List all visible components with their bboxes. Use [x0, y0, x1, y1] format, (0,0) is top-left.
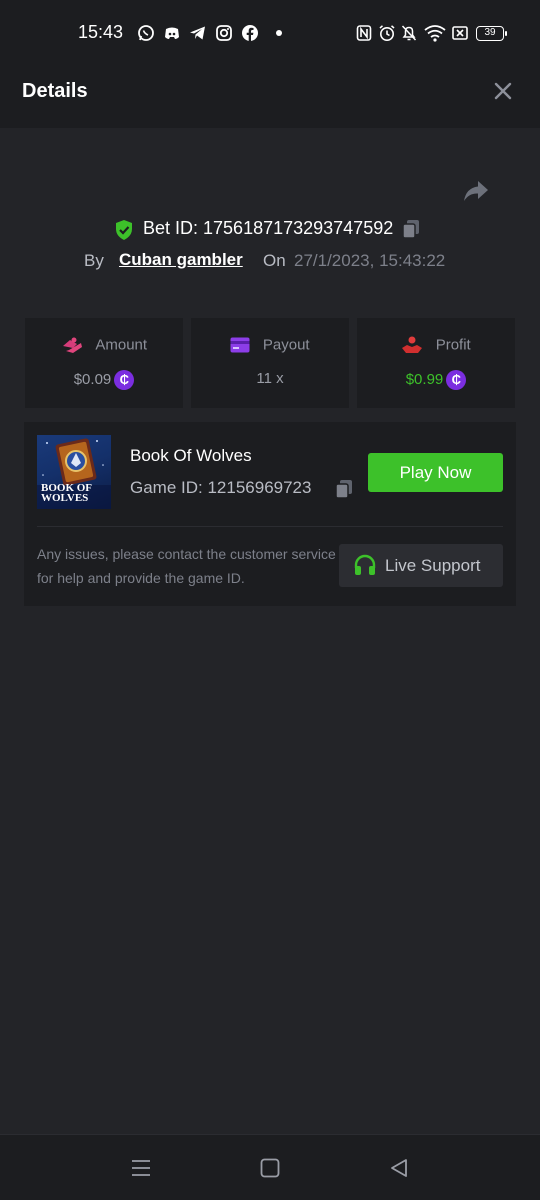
coin-icon: ₵ — [114, 370, 135, 390]
payout-label: Payout — [262, 336, 310, 354]
amount-label: Amount — [95, 336, 148, 354]
divider — [37, 526, 503, 527]
whatsapp-icon — [138, 25, 154, 41]
battery-indicator: 39 — [476, 26, 507, 41]
system-nav-bar — [0, 1134, 540, 1200]
telegram-icon — [190, 26, 205, 40]
amount-value-row: $0.09 ₵ — [25, 370, 183, 390]
coin-icon: ₵ — [446, 370, 467, 390]
status-bar: 15:43 39 — [0, 0, 540, 56]
amount-card: Amount $0.09 ₵ — [25, 318, 183, 408]
payout-value: 11 x — [256, 370, 284, 387]
home-icon[interactable] — [259, 1157, 281, 1179]
payout-value-row: 11 x — [191, 370, 349, 387]
amount-hand-icon — [62, 337, 82, 353]
profit-card: Profit $0.99 ₵ — [357, 318, 515, 408]
bet-id-row: Bet ID: 1756187173293747592 — [0, 214, 540, 244]
profit-hand-icon — [402, 336, 423, 353]
live-support-label: Live Support — [385, 556, 481, 575]
profit-value: $0.99 — [405, 370, 444, 388]
status-time: 15:43 — [78, 22, 124, 42]
amount-value: $0.09 — [73, 370, 112, 388]
page-title: Details — [22, 80, 88, 102]
facebook-icon — [242, 25, 258, 41]
game-thumbnail[interactable]: BOOK OF WOLVES — [37, 435, 111, 509]
support-message: Any issues, please contact the customer … — [37, 546, 336, 586]
card-icon — [230, 337, 250, 353]
headset-icon — [354, 554, 376, 575]
discord-icon — [165, 27, 179, 39]
game-panel: BOOK OF WOLVES Book Of Wolves Game ID: 1… — [24, 422, 516, 606]
close-icon[interactable] — [490, 78, 516, 104]
copy-bet-id-icon[interactable] — [401, 218, 421, 240]
alarm-icon — [379, 25, 395, 41]
header: Details — [0, 56, 540, 128]
nfc-icon — [356, 25, 372, 41]
by-label: By — [84, 251, 104, 270]
back-icon[interactable] — [388, 1157, 410, 1179]
sim-off-icon — [452, 26, 468, 40]
game-thumb-text: BOOK OF WOLVES — [41, 482, 92, 504]
copy-game-id-icon[interactable] — [334, 478, 354, 500]
username-link[interactable]: Cuban gambler — [119, 250, 243, 270]
bet-id: Bet ID: 1756187173293747592 — [143, 218, 394, 238]
share-icon[interactable] — [462, 178, 490, 204]
more-dot-icon — [276, 30, 282, 36]
mute-icon — [401, 25, 417, 41]
bet-meta-row: By Cuban gambler On 27/1/2023, 15:43:22 — [0, 248, 540, 276]
live-support-button[interactable]: Live Support — [339, 544, 503, 587]
bet-datetime: 27/1/2023, 15:43:22 — [294, 251, 446, 270]
play-now-button[interactable]: Play Now — [368, 453, 503, 492]
profit-label: Profit — [435, 336, 471, 354]
wifi-icon — [424, 25, 446, 42]
game-name: Book Of Wolves — [130, 446, 252, 465]
payout-card: Payout 11 x — [191, 318, 349, 408]
profit-value-row: $0.99 ₵ — [357, 370, 515, 390]
on-label: On — [263, 251, 286, 270]
instagram-icon — [216, 25, 232, 41]
menu-icon[interactable] — [130, 1157, 152, 1179]
verified-shield-icon — [116, 220, 132, 240]
game-id: Game ID: 12156969723 — [130, 478, 312, 497]
